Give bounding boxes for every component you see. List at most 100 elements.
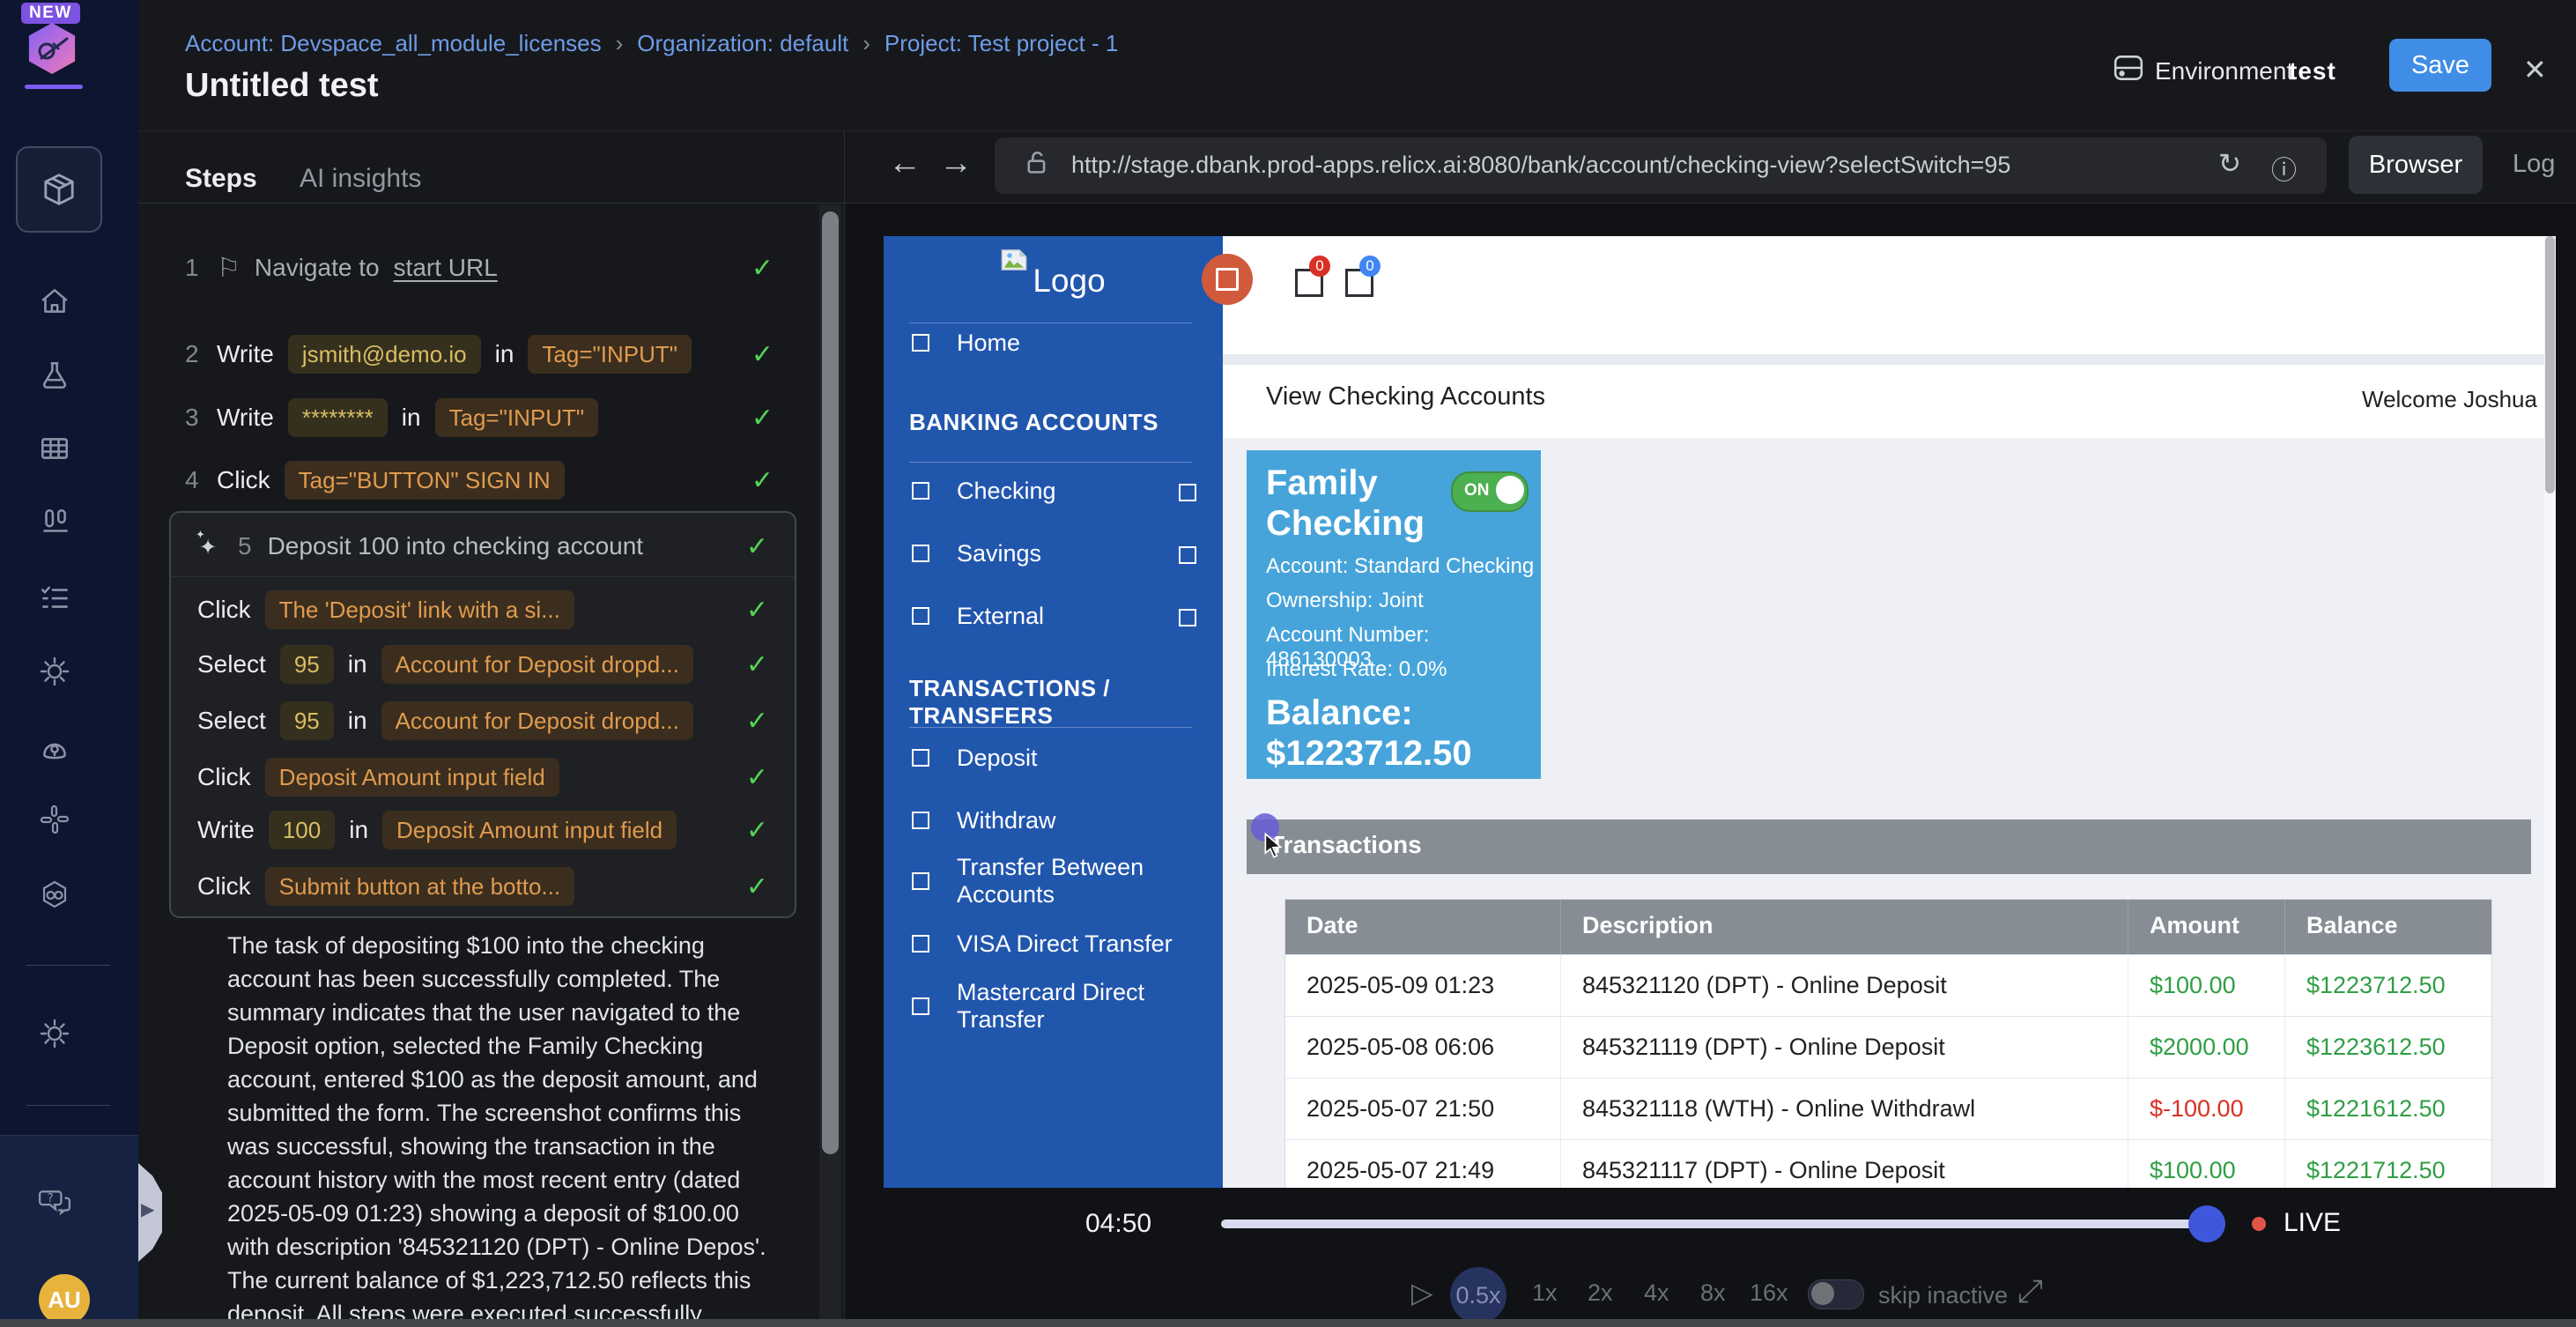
account-active-toggle[interactable]: ON — [1451, 471, 1529, 512]
step-target-chip[interactable]: Account for Deposit dropd... — [381, 701, 693, 740]
breadcrumb-account[interactable]: Account: Devspace_all_module_licenses — [185, 30, 602, 57]
environment-value[interactable]: test — [2289, 57, 2336, 85]
column-header-amount[interactable]: Amount — [2128, 900, 2285, 954]
sidebar-item-settings-bottom[interactable] — [38, 1017, 71, 1050]
column-header-balance[interactable]: Balance — [2285, 900, 2491, 954]
step-group-card[interactable]: ✦✦ 5 Deposit 100 into checking account ✓… — [169, 511, 796, 918]
toggle-square-icon[interactable] — [1179, 546, 1196, 564]
sidebar-item-integrations[interactable] — [38, 878, 71, 912]
bank-logo[interactable]: Logo — [884, 248, 1223, 300]
bank-nav-transfer-between-accounts[interactable]: Transfer Between Accounts — [912, 866, 1223, 896]
sidebar-item-runs[interactable] — [38, 506, 71, 539]
substep-row[interactable]: Click Submit button at the botto... ✓ — [197, 864, 768, 909]
tab-browser[interactable]: Browser — [2349, 136, 2483, 194]
info-icon[interactable]: ⓘ — [2271, 150, 2297, 187]
speed-16x[interactable]: 16x — [1750, 1279, 1788, 1307]
step-group-header[interactable]: ✦✦ 5 Deposit 100 into checking account ✓ — [196, 525, 768, 567]
speed-8x[interactable]: 8x — [1700, 1279, 1726, 1307]
step-row-4[interactable]: 4 Click Tag="BUTTON" SIGN IN ✓ — [185, 457, 774, 503]
step-value-chip[interactable]: 95 — [280, 701, 334, 740]
sidebar-item-experiments[interactable] — [38, 360, 71, 393]
step-row-2[interactable]: 2 Write jsmith@demo.io in Tag="INPUT" ✓ — [185, 331, 774, 377]
sidebar-item-agent[interactable] — [38, 730, 71, 764]
steps-scrollbar-thumb[interactable] — [822, 211, 839, 1154]
app-logo-icon[interactable] — [26, 23, 78, 74]
breadcrumb-organization[interactable]: Organization: default — [637, 30, 848, 57]
step-target-chip[interactable]: Deposit Amount input field — [265, 758, 559, 797]
tab-ai-insights[interactable]: AI insights — [300, 164, 421, 194]
step-row-3[interactable]: 3 Write ******** in Tag="INPUT" ✓ — [185, 395, 774, 441]
step-success-check-icon: ✓ — [751, 339, 774, 370]
bank-nav-visa-direct-transfer[interactable]: VISA Direct Transfer — [912, 929, 1173, 959]
panel-collapse-handle[interactable]: ▶ — [138, 1163, 162, 1262]
step-target-chip[interactable]: Tag="INPUT" — [435, 398, 599, 437]
bank-scrollbar-thumb[interactable] — [2545, 236, 2555, 493]
skip-inactive-toggle[interactable] — [1808, 1279, 1864, 1309]
toggle-square-icon[interactable] — [1179, 484, 1196, 501]
bank-nav-external[interactable]: External — [912, 601, 1044, 631]
speed-2x[interactable]: 2x — [1588, 1279, 1613, 1307]
seek-bar[interactable] — [1221, 1220, 2212, 1228]
bank-nav-savings[interactable]: Savings — [912, 538, 1041, 568]
table-row[interactable]: 2025-05-07 21:49 845321117 (DPT) - Onlin… — [1285, 1139, 2491, 1188]
play-button[interactable]: ▷ — [1411, 1276, 1433, 1309]
step-target-chip[interactable]: Deposit Amount input field — [382, 811, 677, 849]
save-button[interactable]: Save — [2389, 39, 2491, 92]
bank-nav-mastercard-direct-transfer[interactable]: Mastercard Direct Transfer — [912, 991, 1223, 1021]
sidebar-item-home[interactable] — [38, 285, 71, 318]
table-row[interactable]: 2025-05-09 01:23 845321120 (DPT) - Onlin… — [1285, 954, 2491, 1016]
recording-stop-indicator[interactable] — [1202, 254, 1253, 305]
account-card-family-checking[interactable]: Family Checking ON Account: Standard Che… — [1247, 450, 1541, 779]
step-row-1[interactable]: 1 ⚐ Navigate to start URL ✓ — [185, 245, 774, 291]
transactions-table-header: Date Description Amount Balance — [1285, 900, 2491, 954]
open-padlock-icon — [1024, 150, 1050, 176]
step-verb: Click — [197, 596, 251, 624]
tab-log[interactable]: Log — [2513, 150, 2555, 179]
step-target-chip[interactable]: Tag="INPUT" — [528, 335, 692, 374]
bank-nav-withdraw[interactable]: Withdraw — [912, 805, 1056, 835]
browser-forward-button[interactable]: → — [939, 145, 973, 182]
step-target-chip[interactable]: Account for Deposit dropd... — [381, 645, 693, 684]
sidebar-item-slack[interactable] — [38, 803, 71, 836]
step-target-chip[interactable]: The 'Deposit' link with a si... — [265, 590, 574, 629]
speed-1x[interactable]: 1x — [1532, 1279, 1558, 1307]
substep-row[interactable]: Select 95 in Account for Deposit dropd..… — [197, 698, 768, 744]
sidebar-item-settings-top[interactable] — [38, 655, 71, 688]
sidebar-item-suites[interactable] — [38, 432, 71, 465]
bank-nav-checking[interactable]: Checking — [912, 476, 1056, 506]
tab-steps[interactable]: Steps — [185, 164, 257, 194]
reload-icon[interactable]: ↻ — [2218, 148, 2241, 180]
bank-nav-home[interactable]: Home — [912, 328, 1020, 358]
sidebar-item-tests-active[interactable] — [16, 146, 102, 233]
substep-row[interactable]: Write 100 in Deposit Amount input field … — [197, 807, 768, 853]
substep-row[interactable]: Click The 'Deposit' link with a si... ✓ — [197, 587, 768, 633]
help-feedback-button[interactable]: ? — [38, 1186, 71, 1220]
table-row[interactable]: 2025-05-08 06:06 845321119 (DPT) - Onlin… — [1285, 1016, 2491, 1078]
step-value-chip[interactable]: 95 — [280, 645, 334, 684]
seek-bar-thumb[interactable] — [2188, 1205, 2225, 1242]
toggle-square-icon[interactable] — [1179, 609, 1196, 626]
start-url-link[interactable]: start URL — [394, 254, 498, 282]
url-text[interactable]: http://stage.dbank.prod-apps.relicx.ai:8… — [1071, 152, 2010, 179]
browser-back-button[interactable]: ← — [888, 145, 922, 182]
bank-nav-deposit[interactable]: Deposit — [912, 743, 1038, 773]
fullscreen-expand-icon[interactable]: ⤢ — [2017, 1272, 2043, 1310]
close-icon[interactable]: ✕ — [2523, 53, 2547, 86]
step-value-chip[interactable]: jsmith@demo.io — [288, 335, 481, 374]
breadcrumb: Account: Devspace_all_module_licenses › … — [185, 30, 1118, 57]
step-target-chip[interactable]: Tag="BUTTON" SIGN IN — [285, 461, 565, 500]
step-value-chip[interactable]: ******** — [288, 398, 388, 437]
step-value-chip[interactable]: 100 — [269, 811, 335, 849]
table-row[interactable]: 2025-05-07 21:50 845321118 (WTH) - Onlin… — [1285, 1078, 2491, 1139]
speed-4x[interactable]: 4x — [1644, 1279, 1669, 1307]
column-header-date[interactable]: Date — [1285, 900, 1561, 954]
transactions-header-bar[interactable]: Transactions — [1247, 819, 2531, 874]
user-avatar[interactable]: AU — [39, 1274, 90, 1325]
step-target-chip[interactable]: Submit button at the botto... — [265, 867, 574, 906]
sidebar-item-checklist[interactable] — [38, 581, 71, 614]
column-header-description[interactable]: Description — [1561, 900, 2128, 954]
substep-row[interactable]: Click Deposit Amount input field ✓ — [197, 754, 768, 800]
substep-row[interactable]: Select 95 in Account for Deposit dropd..… — [197, 641, 768, 687]
speed-0.5x-active[interactable]: 0.5x — [1450, 1267, 1506, 1323]
breadcrumb-project[interactable]: Project: Test project - 1 — [885, 30, 1118, 57]
